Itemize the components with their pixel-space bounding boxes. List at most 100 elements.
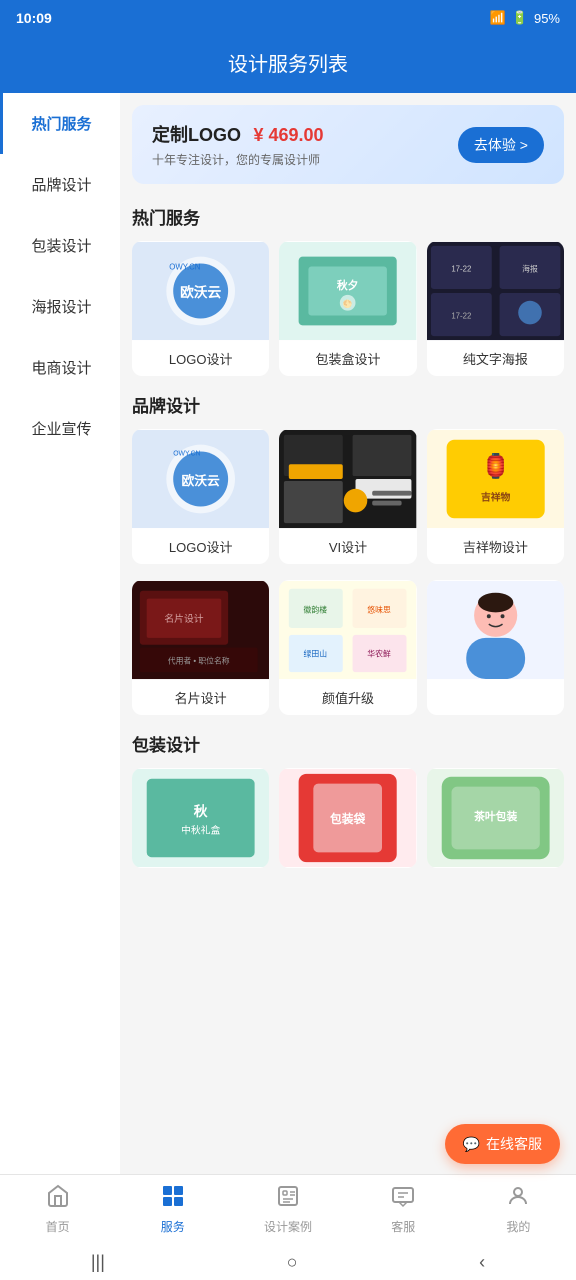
signal-icon: 📶 (490, 10, 506, 26)
battery-icon: 🔋 (512, 10, 528, 26)
card-poster-text[interactable]: 17-22 17-22 海报 纯文字海报 (427, 241, 564, 376)
svg-text:代用者 • 职位名称: 代用者 • 职位名称 (168, 655, 230, 665)
float-service-label: 在线客服 (486, 1134, 542, 1154)
page-header: 设计服务列表 (0, 36, 576, 93)
card-namecard[interactable]: 名片设计 代用者 • 职位名称 名片设计 (132, 580, 269, 715)
section-title-package: 包装设计 (132, 731, 564, 756)
svg-text:🏮: 🏮 (481, 452, 510, 480)
chat-icon: 💬 (463, 1136, 480, 1153)
card-consultant-label (427, 680, 564, 696)
card-vi[interactable]: VI设计 (279, 429, 416, 564)
svg-text:徽韵楼: 徽韵楼 (304, 604, 328, 614)
battery-level: 95% (534, 11, 560, 26)
nav-cases-label: 设计案例 (264, 1218, 312, 1235)
sidebar-item-package[interactable]: 包装设计 (0, 215, 120, 276)
card-lucky[interactable]: 🏮 吉祥物 吉祥物设计 (427, 429, 564, 564)
svg-text:OWY.CN: OWY.CN (169, 262, 201, 271)
card-lucky-image: 🏮 吉祥物 (427, 429, 564, 529)
package-service-grid: 秋 中秋礼盒 包装袋 (132, 768, 564, 868)
status-right: 📶 🔋 95% (490, 10, 560, 26)
svg-text:绿田山: 绿田山 (304, 648, 328, 658)
nav-home[interactable]: 首页 (0, 1175, 115, 1244)
svg-text:欧沃云: 欧沃云 (182, 473, 220, 488)
float-customer-service[interactable]: 💬 在线客服 (445, 1124, 560, 1164)
card-consultant[interactable] (427, 580, 564, 715)
sidebar-item-poster[interactable]: 海报设计 (0, 276, 120, 337)
banner-button[interactable]: 去体验 > (458, 127, 544, 163)
card-logo-hot[interactable]: 欧沃云 OWY.CN LOGO设计 (132, 241, 269, 376)
nav-customer[interactable]: 客服 (346, 1175, 461, 1244)
cases-icon (276, 1184, 300, 1214)
card-pkg3-image: 茶叶包装 (427, 768, 564, 868)
card-pkg1[interactable]: 秋 中秋礼盒 (132, 768, 269, 868)
brand-service-grid: 欧沃云 OWY.CN LOGO设计 (132, 429, 564, 564)
svg-text:17-22: 17-22 (451, 264, 471, 273)
home-icon (46, 1184, 70, 1214)
card-poster-image: 17-22 17-22 海报 (427, 241, 564, 341)
sidebar: 热门服务 品牌设计 包装设计 海报设计 电商设计 企业宣传 (0, 93, 120, 1280)
card-pkg3[interactable]: 茶叶包装 (427, 768, 564, 868)
card-value-image: 徽韵楼 悠味思 绿田山 华农鲜 (279, 580, 416, 680)
svg-text:OWY.CN: OWY.CN (173, 450, 200, 457)
svg-text:名片设计: 名片设计 (164, 612, 203, 625)
card-logo-hot-image: 欧沃云 OWY.CN (132, 241, 269, 341)
banner-title: 定制LOGO (152, 125, 241, 145)
nav-mine-label: 我的 (506, 1218, 530, 1235)
svg-text:吉祥物: 吉祥物 (481, 491, 511, 504)
device-home-btn[interactable]: ○ (267, 1248, 318, 1277)
card-value[interactable]: 徽韵楼 悠味思 绿田山 华农鲜 颜值升级 (279, 580, 416, 715)
hot-service-grid: 欧沃云 OWY.CN LOGO设计 秋夕 🌕 (132, 241, 564, 376)
svg-text:17-22: 17-22 (451, 311, 471, 320)
brand-service-grid-2: 名片设计 代用者 • 职位名称 名片设计 徽韵楼 悠味思 (132, 580, 564, 715)
nav-service-label: 服务 (161, 1218, 185, 1235)
svg-text:秋夕: 秋夕 (337, 279, 359, 292)
section-title-hot: 热门服务 (132, 204, 564, 229)
card-vi-image (279, 429, 416, 529)
bottom-nav: 首页 服务 设计案例 (0, 1174, 576, 1244)
nav-service[interactable]: 服务 (115, 1175, 230, 1244)
svg-text:🌕: 🌕 (343, 299, 353, 309)
svg-text:茶叶包装: 茶叶包装 (473, 810, 517, 823)
svg-text:欧沃云: 欧沃云 (180, 284, 221, 300)
card-package-box-label: 包装盒设计 (279, 341, 416, 376)
sidebar-item-corp[interactable]: 企业宣传 (0, 398, 120, 459)
device-nav-bar: ||| ○ ‹ (0, 1244, 576, 1280)
status-time: 10:09 (16, 10, 52, 26)
card-namecard-image: 名片设计 代用者 • 职位名称 (132, 580, 269, 680)
card-logo-brand-image: 欧沃云 OWY.CN (132, 429, 269, 529)
nav-customer-label: 客服 (391, 1218, 415, 1235)
nav-mine[interactable]: 我的 (461, 1175, 576, 1244)
service-icon (161, 1184, 185, 1214)
card-pkg2[interactable]: 包装袋 (279, 768, 416, 868)
card-package-image: 秋夕 🌕 (279, 241, 416, 341)
svg-text:华农鲜: 华农鲜 (368, 648, 392, 658)
section-title-brand: 品牌设计 (132, 392, 564, 417)
card-namecard-label: 名片设计 (132, 680, 269, 715)
card-package-box[interactable]: 秋夕 🌕 包装盒设计 (279, 241, 416, 376)
banner-price: ¥ 469.00 (253, 125, 323, 145)
status-bar: 10:09 📶 🔋 95% (0, 0, 576, 36)
card-consultant-image (427, 580, 564, 680)
page-title: 设计服务列表 (228, 54, 348, 76)
card-lucky-label: 吉祥物设计 (427, 529, 564, 564)
device-back-btn[interactable]: ‹ (459, 1248, 505, 1277)
device-menu-btn[interactable]: ||| (71, 1248, 125, 1277)
mine-icon (506, 1184, 530, 1214)
card-logo-hot-label: LOGO设计 (132, 341, 269, 376)
card-logo-brand[interactable]: 欧沃云 OWY.CN LOGO设计 (132, 429, 269, 564)
card-logo-brand-label: LOGO设计 (132, 529, 269, 564)
svg-text:悠味思: 悠味思 (368, 604, 392, 614)
svg-text:海报: 海报 (522, 263, 538, 273)
banner-text: 定制LOGO ¥ 469.00 十年专注设计，您的专属设计师 (152, 121, 324, 168)
card-pkg1-image: 秋 中秋礼盒 (132, 768, 269, 868)
card-vi-label: VI设计 (279, 529, 416, 564)
nav-cases[interactable]: 设计案例 (230, 1175, 345, 1244)
content-area: 定制LOGO ¥ 469.00 十年专注设计，您的专属设计师 去体验 > 热门服… (120, 93, 576, 1280)
sidebar-item-brand[interactable]: 品牌设计 (0, 154, 120, 215)
promo-banner[interactable]: 定制LOGO ¥ 469.00 十年专注设计，您的专属设计师 去体验 > (132, 105, 564, 184)
customer-icon (391, 1184, 415, 1214)
sidebar-item-ecom[interactable]: 电商设计 (0, 337, 120, 398)
svg-text:中秋礼盒: 中秋礼盒 (181, 824, 220, 837)
sidebar-item-hot[interactable]: 热门服务 (0, 93, 120, 154)
svg-text:包装袋: 包装袋 (329, 812, 366, 826)
